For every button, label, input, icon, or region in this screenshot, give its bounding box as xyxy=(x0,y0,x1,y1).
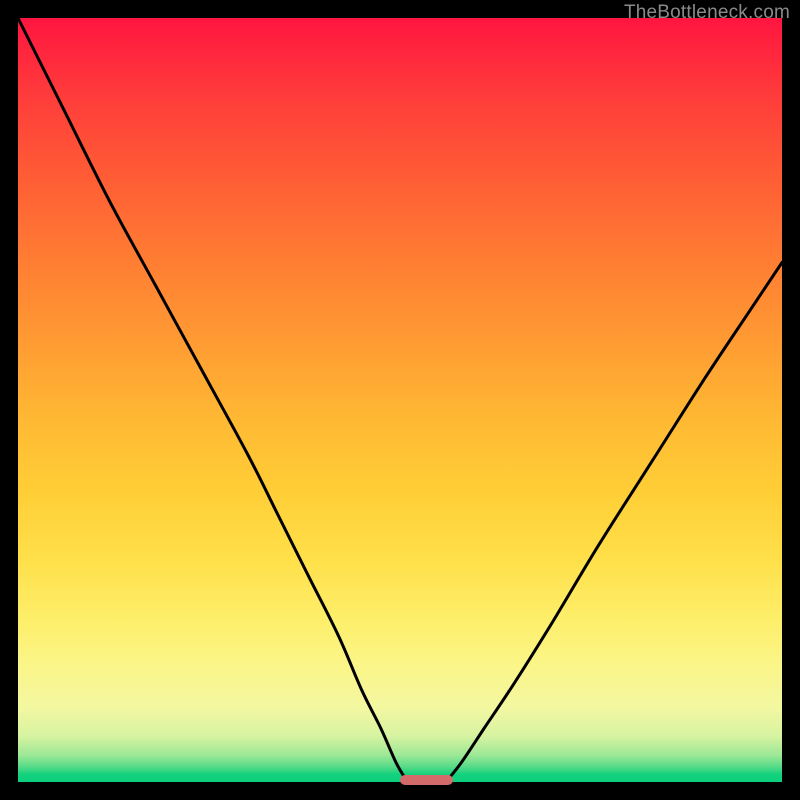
watermark-text: TheBottleneck.com xyxy=(624,2,790,24)
bottleneck-curve xyxy=(18,18,782,782)
chart-frame: TheBottleneck.com xyxy=(0,0,800,800)
plot-area xyxy=(18,18,782,782)
optimal-range-marker xyxy=(400,775,453,785)
